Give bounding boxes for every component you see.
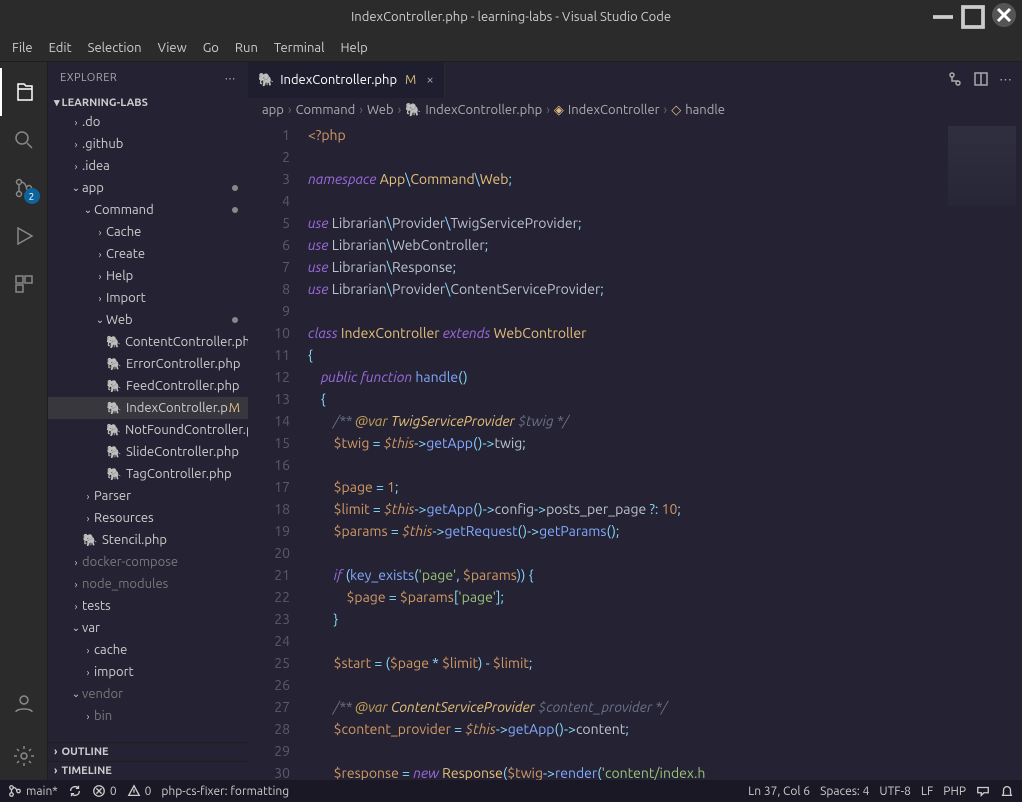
search-icon[interactable]: [0, 116, 48, 164]
minimap[interactable]: [942, 122, 1022, 780]
tree-folder[interactable]: ›node_modules: [48, 573, 248, 595]
language-mode[interactable]: PHP: [943, 785, 966, 798]
menu-view[interactable]: View: [150, 37, 195, 59]
notifications-icon[interactable]: [1000, 784, 1014, 798]
encoding[interactable]: UTF-8: [879, 785, 910, 798]
tree-folder[interactable]: ›import: [48, 661, 248, 683]
tree-folder[interactable]: ›Cache: [48, 221, 248, 243]
title-bar: IndexController.php - learning-labs - Vi…: [0, 0, 1022, 34]
sidebar-title: EXPLORER: [60, 72, 117, 84]
tree-folder[interactable]: ›Create: [48, 243, 248, 265]
timeline-section[interactable]: ›TIMELINE: [48, 761, 248, 780]
tab-bar: 🐘 IndexController.php M × ⋯: [248, 62, 1022, 98]
php-icon: 🐘: [258, 73, 274, 88]
close-button[interactable]: [992, 3, 1016, 27]
php-icon: 🐘: [405, 103, 421, 118]
extensions-icon[interactable]: [0, 260, 48, 308]
scm-badge: 2: [24, 188, 40, 204]
tree-folder[interactable]: ›bin: [48, 705, 248, 727]
menu-file[interactable]: File: [4, 37, 41, 59]
menu-help[interactable]: Help: [332, 37, 375, 59]
activity-bar: 2: [0, 62, 48, 780]
window-title: IndexController.php - learning-labs - Vi…: [351, 10, 671, 24]
compare-icon[interactable]: [947, 71, 963, 90]
tree-folder[interactable]: ⌄vendor: [48, 683, 248, 705]
tree-file[interactable]: 🐘ErrorController.php: [48, 353, 248, 375]
tree-folder[interactable]: ⌄var: [48, 617, 248, 639]
breadcrumbs[interactable]: app› Command› Web› 🐘IndexController.php›…: [248, 98, 1022, 122]
settings-gear-icon[interactable]: [0, 732, 48, 780]
tree-file[interactable]: 🐘SlideController.php: [48, 441, 248, 463]
maximize-button[interactable]: [958, 3, 988, 31]
menu-bar: File Edit Selection View Go Run Terminal…: [0, 34, 1022, 62]
minimize-button[interactable]: [928, 3, 958, 31]
tree-folder[interactable]: ›docker-compose: [48, 551, 248, 573]
tree-folder[interactable]: ›.do: [48, 111, 248, 133]
tree-folder[interactable]: ›Help: [48, 265, 248, 287]
tree-folder[interactable]: ⌄Web: [48, 309, 248, 331]
file-tree: ›.do›.github›.idea⌄app⌄Command›Cache›Cre…: [48, 111, 248, 742]
tree-file[interactable]: 🐘ContentController.php: [48, 331, 248, 353]
tree-folder[interactable]: ›cache: [48, 639, 248, 661]
tree-folder[interactable]: ⌄Command: [48, 199, 248, 221]
tree-folder[interactable]: ›Resources: [48, 507, 248, 529]
line-numbers: 1234567891011121314151617181920212223242…: [248, 122, 308, 780]
tree-file[interactable]: 🐘TagController.php: [48, 463, 248, 485]
sidebar-root[interactable]: ▾LEARNING-LABS: [48, 94, 248, 111]
sidebar-more-icon[interactable]: ⋯: [225, 72, 237, 85]
eol[interactable]: LF: [921, 785, 933, 798]
tab-label: IndexController.php: [280, 73, 397, 87]
explorer-icon[interactable]: [0, 68, 48, 116]
formatter-status[interactable]: php-cs-fixer: formatting: [161, 785, 289, 798]
editor-more-icon[interactable]: ⋯: [999, 73, 1012, 88]
source-control-icon[interactable]: 2: [0, 164, 48, 212]
tab-close-icon[interactable]: ×: [426, 73, 433, 87]
sidebar: EXPLORER ⋯ ▾LEARNING-LABS ›.do›.github›.…: [48, 62, 248, 780]
tab-indexcontroller[interactable]: 🐘 IndexController.php M ×: [248, 62, 445, 98]
menu-terminal[interactable]: Terminal: [266, 37, 333, 59]
warnings-indicator[interactable]: 0: [127, 784, 152, 798]
tree-file[interactable]: 🐘IndexController.p…M: [48, 397, 248, 419]
status-bar: main* 0 0 php-cs-fixer: formatting Ln 37…: [0, 780, 1022, 802]
class-icon: ◈: [554, 103, 564, 118]
indentation[interactable]: Spaces: 4: [820, 785, 869, 798]
method-icon: ◇: [671, 103, 681, 118]
tree-folder[interactable]: ⌄app: [48, 177, 248, 199]
code-editor[interactable]: <?php namespace App\Command\Web; use Lib…: [308, 122, 942, 780]
sync-indicator[interactable]: [68, 784, 82, 798]
menu-selection[interactable]: Selection: [80, 37, 150, 59]
tree-folder[interactable]: ›.github: [48, 133, 248, 155]
split-editor-icon[interactable]: [973, 71, 989, 90]
tree-folder[interactable]: ›.idea: [48, 155, 248, 177]
tree-file[interactable]: 🐘FeedController.php: [48, 375, 248, 397]
feedback-icon[interactable]: [976, 784, 990, 798]
menu-edit[interactable]: Edit: [41, 37, 80, 59]
tree-folder[interactable]: ›tests: [48, 595, 248, 617]
tree-file[interactable]: 🐘Stencil.php: [48, 529, 248, 551]
tree-file[interactable]: 🐘NotFoundController.php: [48, 419, 248, 441]
tab-modified: M: [405, 73, 416, 87]
editor-group: 🐘 IndexController.php M × ⋯ app› Command…: [248, 62, 1022, 780]
account-icon[interactable]: [0, 680, 48, 728]
menu-run[interactable]: Run: [227, 37, 266, 59]
branch-indicator[interactable]: main*: [8, 784, 58, 798]
outline-section[interactable]: ›OUTLINE: [48, 742, 248, 761]
tree-folder[interactable]: ›Parser: [48, 485, 248, 507]
cursor-position[interactable]: Ln 37, Col 6: [748, 785, 810, 798]
tree-folder[interactable]: ›Import: [48, 287, 248, 309]
errors-indicator[interactable]: 0: [92, 784, 117, 798]
menu-go[interactable]: Go: [195, 37, 227, 59]
run-debug-icon[interactable]: [0, 212, 48, 260]
